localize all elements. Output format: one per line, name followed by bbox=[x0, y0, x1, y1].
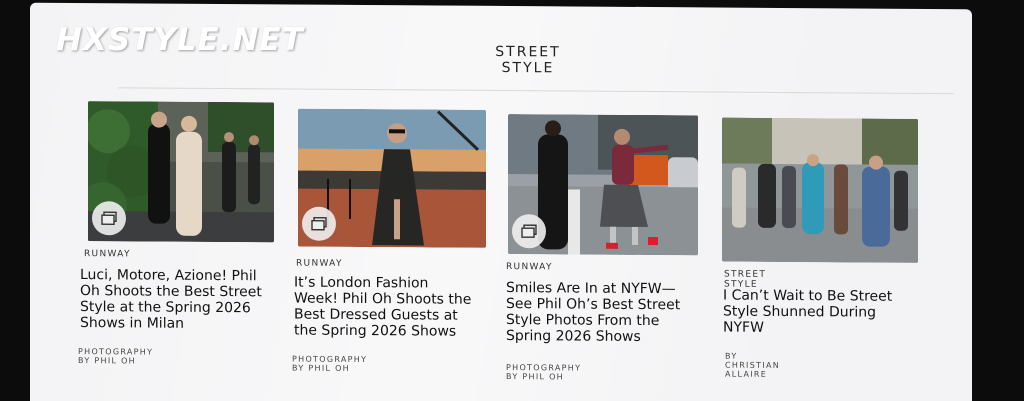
section-title-line-1: STREET bbox=[495, 43, 561, 61]
article-thumbnail[interactable] bbox=[88, 101, 274, 243]
gallery-icon[interactable] bbox=[92, 201, 126, 236]
browser-screen: STREET STYLE RUNWAY Luci, Motore, Azione… bbox=[30, 2, 972, 401]
article-headline[interactable]: I Can’t Wait to Be Street Style Shunned … bbox=[723, 288, 923, 337]
article-headline[interactable]: It’s London Fashion Week! Phil Oh Shoots… bbox=[294, 275, 494, 340]
site-watermark: HXSTYLE.NET bbox=[56, 22, 304, 58]
article-credit: PHOTOGRAPHY BY PHIL OH bbox=[506, 363, 582, 382]
gallery-icon[interactable] bbox=[512, 214, 546, 249]
article-thumbnail[interactable] bbox=[722, 117, 918, 263]
article-rubric[interactable]: RUNWAY bbox=[506, 262, 553, 272]
article-credit: PHOTOGRAPHY BY PHIL OH bbox=[78, 347, 154, 366]
section-title-line-2: STYLE bbox=[501, 60, 555, 77]
gallery-icon[interactable] bbox=[302, 206, 336, 241]
article-rubric[interactable]: RUNWAY bbox=[84, 249, 131, 259]
article-credit: BY CHRISTIAN ALLAIRE bbox=[725, 351, 781, 379]
article-headline[interactable]: Smiles Are In at NYFW— See Phil Oh’s Bes… bbox=[506, 280, 706, 345]
section-divider bbox=[118, 87, 954, 95]
article-thumbnail[interactable] bbox=[298, 108, 486, 248]
article-credit: PHOTOGRAPHY BY PHIL OH bbox=[292, 354, 368, 373]
article-rubric[interactable]: RUNWAY bbox=[296, 259, 343, 269]
section-title[interactable]: STREET STYLE bbox=[478, 44, 578, 77]
article-headline[interactable]: Luci, Motore, Azione! Phil Oh Shoots the… bbox=[80, 267, 280, 332]
article-thumbnail[interactable] bbox=[508, 114, 698, 256]
